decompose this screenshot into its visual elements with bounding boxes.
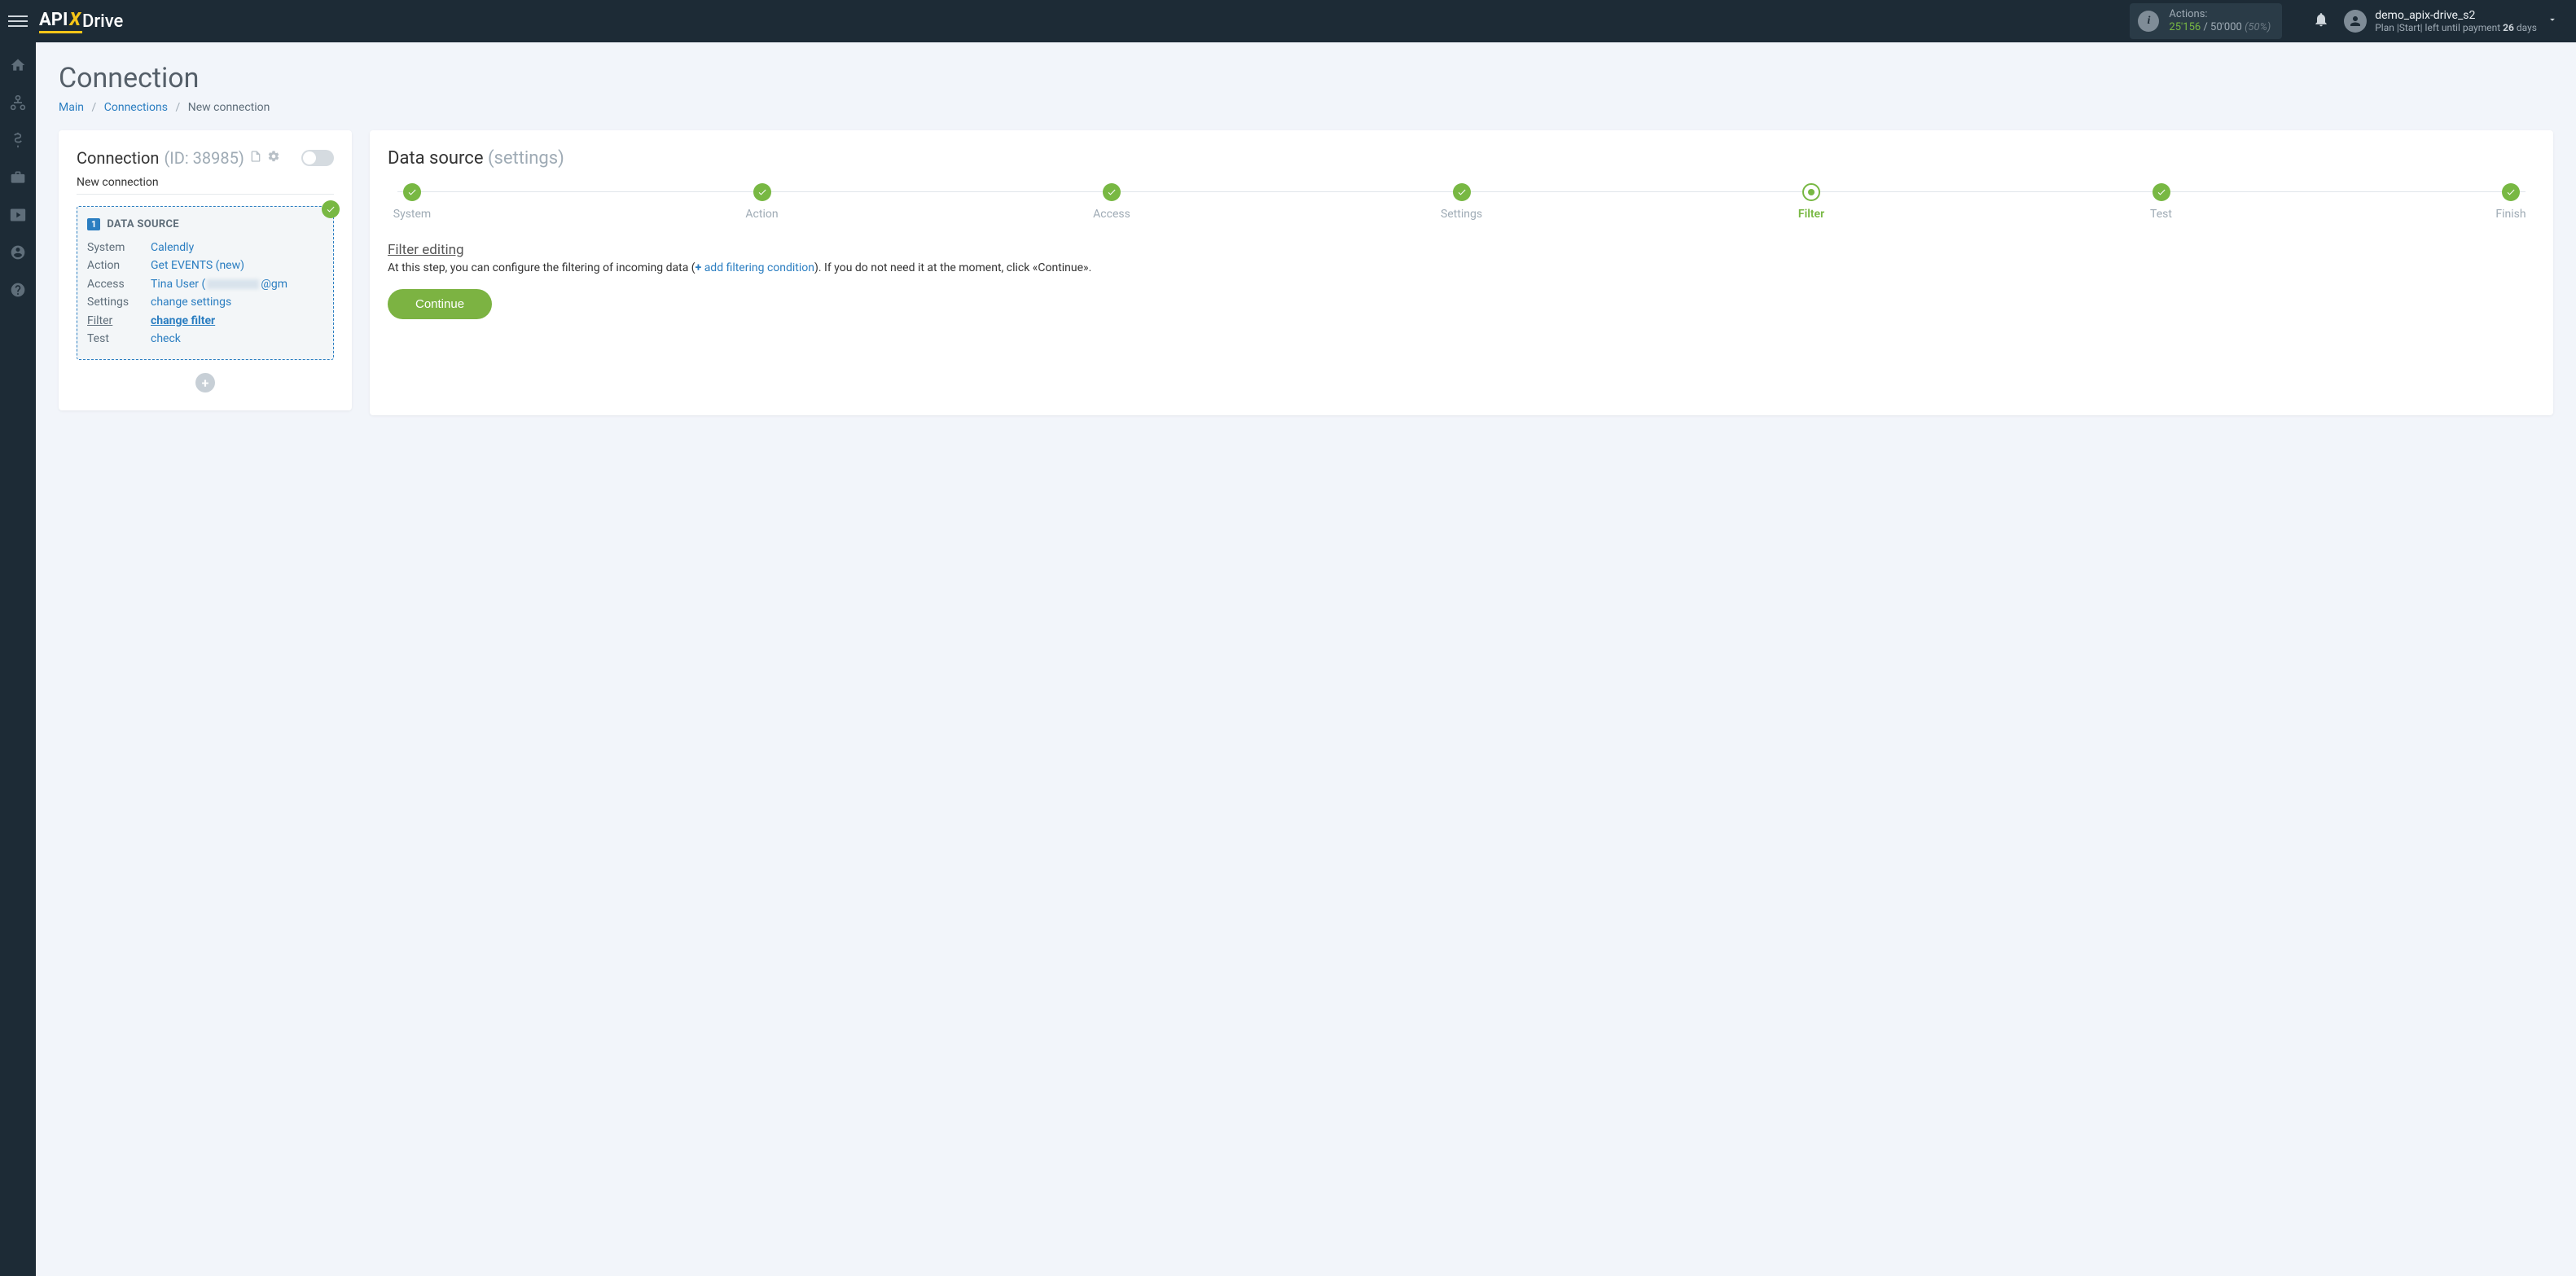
ds-action-label: Action [87,257,151,274]
step-finish[interactable]: Finish [2486,183,2535,221]
ds-access-value[interactable]: Tina User (@gm [151,275,287,293]
connection-name: New connection [77,176,334,195]
actions-counter[interactable]: i Actions: 25'156 / 50'000 (50%) [2130,3,2282,38]
nav-briefcase-icon[interactable] [8,168,28,187]
actions-sep: / [2201,21,2210,33]
notifications-icon[interactable] [2313,11,2329,31]
main-content: Connection Main / Connections / New conn… [36,42,2576,1276]
settings-title: Data source (settings) [388,148,2535,169]
sidebar [0,42,36,1276]
ds-filter-label: Filter [87,312,151,330]
plan-info: Plan |Start| left until payment 26 days [2375,22,2537,33]
step-test[interactable]: Test [2137,183,2186,221]
actions-used: 25'156 [2169,21,2201,33]
ds-access-label: Access [87,275,151,293]
step-action[interactable]: Action [738,183,787,221]
ds-settings-value[interactable]: change settings [151,296,231,309]
connection-card: Connection (ID: 38985) New connection [59,130,352,410]
breadcrumb-main[interactable]: Main [59,101,84,114]
ds-action-value[interactable]: Get EVENTS (new) [151,259,244,272]
check-icon [322,200,340,218]
connection-toggle[interactable] [301,150,334,166]
ds-settings-label: Settings [87,293,151,311]
nav-account-icon[interactable] [8,243,28,262]
ds-number-badge: 1 [87,218,100,230]
nav-video-icon[interactable] [8,205,28,225]
username: demo_apix-drive_s2 [2375,9,2537,22]
menu-toggle[interactable] [8,11,28,31]
add-filter-link[interactable]: + add filtering condition [696,261,814,274]
breadcrumb: Main / Connections / New connection [59,101,2553,114]
info-icon: i [2138,11,2159,32]
add-step-button[interactable]: + [195,373,215,392]
profile-menu[interactable]: demo_apix-drive_s2 Plan |Start| left unt… [2344,9,2537,33]
nav-connections-icon[interactable] [8,93,28,112]
page-title: Connection [59,62,2553,94]
data-source-box: 1 DATA SOURCE System Calendly Action Get… [77,206,334,360]
actions-label: Actions: [2169,8,2271,21]
stepper: System Action Access Settings [388,183,2535,221]
filter-heading: Filter editing [388,242,2535,258]
step-system[interactable]: System [388,183,437,221]
filter-description: At this step, you can configure the filt… [388,261,2535,274]
step-filter[interactable]: Filter [1787,183,1836,221]
breadcrumb-connections[interactable]: Connections [104,101,168,114]
breadcrumb-current: New connection [188,101,270,114]
ds-system-value[interactable]: Calendly [151,241,194,254]
actions-total: 50'000 [2210,21,2242,33]
avatar-icon [2344,10,2367,33]
settings-card: Data source (settings) System Action Acc… [370,130,2553,415]
connection-title: Connection [77,148,159,168]
nav-home-icon[interactable] [8,55,28,75]
continue-button[interactable]: Continue [388,289,492,319]
connection-id: (ID: 38985) [164,148,244,168]
topbar: APIXDrive i Actions: 25'156 / 50'000 (50… [0,0,2576,42]
nav-billing-icon[interactable] [8,130,28,150]
ds-test-label: Test [87,330,151,348]
ds-test-value[interactable]: check [151,332,181,345]
ds-filter-value[interactable]: change filter [151,314,215,327]
step-settings[interactable]: Settings [1437,183,1486,221]
ds-system-label: System [87,239,151,257]
ds-title: DATA SOURCE [107,218,179,230]
logo[interactable]: APIXDrive [39,10,123,33]
chevron-down-icon[interactable] [2537,14,2568,29]
gear-icon[interactable] [267,150,280,166]
document-icon[interactable] [249,150,262,166]
step-access[interactable]: Access [1087,183,1136,221]
nav-help-icon[interactable] [8,280,28,300]
actions-percent: (50%) [2245,21,2271,33]
